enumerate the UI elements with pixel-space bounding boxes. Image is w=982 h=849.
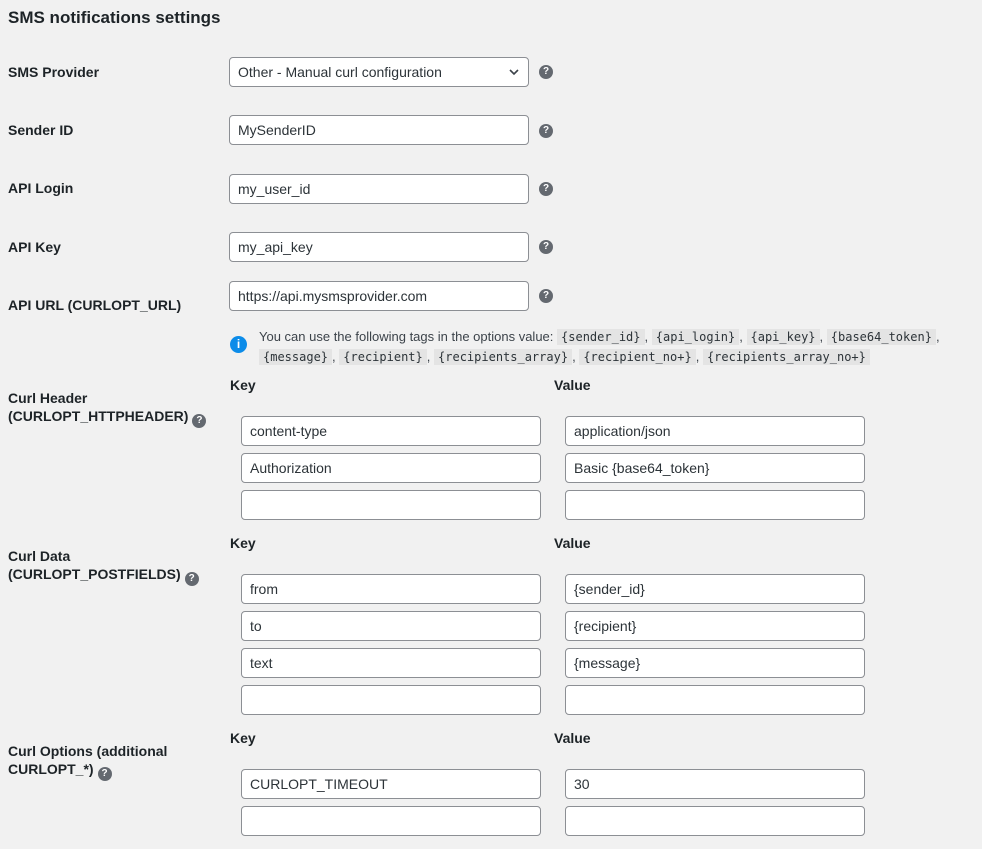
options-key-input[interactable] bbox=[241, 769, 541, 799]
data-key-input[interactable] bbox=[241, 574, 541, 604]
data-key-input[interactable] bbox=[241, 611, 541, 641]
info-icon: i bbox=[230, 336, 247, 353]
options-value-input[interactable] bbox=[565, 769, 865, 799]
help-icon[interactable]: ? bbox=[539, 240, 553, 254]
header-value-input[interactable] bbox=[565, 453, 865, 483]
header-key-input[interactable] bbox=[241, 416, 541, 446]
data-value-input[interactable] bbox=[565, 648, 865, 678]
help-icon[interactable]: ? bbox=[539, 65, 553, 79]
data-value-input[interactable] bbox=[565, 611, 865, 641]
curl-data-label: Curl Data (CURLOPT_POSTFIELDS)? bbox=[8, 547, 199, 586]
data-key-input[interactable] bbox=[241, 685, 541, 715]
tag-recipient-no-plus: {recipient_no+} bbox=[579, 349, 696, 365]
sender-id-label: Sender ID bbox=[8, 122, 74, 138]
api-url-label: API URL (CURLOPT_URL) bbox=[8, 297, 182, 313]
chevron-down-icon bbox=[509, 69, 519, 76]
tags-note-text: You can use the following tags in the op… bbox=[259, 329, 554, 344]
curl-header-label: Curl Header (CURLOPT_HTTPHEADER)? bbox=[8, 389, 207, 428]
data-value-input[interactable] bbox=[565, 685, 865, 715]
header-key-column: Key bbox=[230, 377, 256, 393]
data-value-column: Value bbox=[554, 535, 591, 551]
header-key-input[interactable] bbox=[241, 490, 541, 520]
tags-note: You can use the following tags in the op… bbox=[259, 329, 940, 365]
sender-id-input[interactable] bbox=[229, 115, 529, 145]
header-value-input[interactable] bbox=[565, 490, 865, 520]
api-key-label: API Key bbox=[8, 239, 61, 255]
api-url-input[interactable] bbox=[229, 281, 529, 311]
api-login-label: API Login bbox=[8, 180, 74, 196]
tag-recipients-array-no-plus: {recipients_array_no+} bbox=[702, 349, 870, 365]
tag-api-login: {api_login} bbox=[651, 329, 740, 345]
sms-provider-select[interactable]: Other - Manual curl configuration bbox=[229, 57, 529, 87]
tag-sender-id: {sender_id} bbox=[557, 329, 645, 345]
help-icon[interactable]: ? bbox=[184, 572, 199, 586]
header-value-column: Value bbox=[554, 377, 591, 393]
options-value-column: Value bbox=[554, 730, 591, 746]
sms-provider-selected: Other - Manual curl configuration bbox=[238, 64, 442, 80]
page-title: SMS notifications settings bbox=[8, 8, 221, 27]
help-icon[interactable]: ? bbox=[539, 289, 553, 303]
header-key-input[interactable] bbox=[241, 453, 541, 483]
help-icon[interactable]: ? bbox=[539, 182, 553, 196]
help-icon[interactable]: ? bbox=[97, 767, 112, 781]
sms-provider-label: SMS Provider bbox=[8, 64, 100, 80]
tag-recipients-array: {recipients_array} bbox=[434, 349, 573, 365]
api-key-input[interactable] bbox=[229, 232, 529, 262]
tag-api-key: {api_key} bbox=[746, 329, 820, 345]
data-value-input[interactable] bbox=[565, 574, 865, 604]
options-value-input[interactable] bbox=[565, 806, 865, 836]
data-key-input[interactable] bbox=[241, 648, 541, 678]
data-key-column: Key bbox=[230, 535, 256, 551]
help-icon[interactable]: ? bbox=[539, 124, 553, 138]
tag-message: {message} bbox=[259, 349, 333, 365]
help-icon[interactable]: ? bbox=[192, 414, 207, 428]
tag-base64-token: {base64_token} bbox=[826, 329, 936, 345]
curl-options-label: Curl Options (additional CURLOPT_*)? bbox=[8, 743, 168, 781]
options-key-input[interactable] bbox=[241, 806, 541, 836]
tag-recipient: {recipient} bbox=[339, 349, 427, 365]
options-key-column: Key bbox=[230, 730, 256, 746]
header-value-input[interactable] bbox=[565, 416, 865, 446]
api-login-input[interactable] bbox=[229, 174, 529, 204]
